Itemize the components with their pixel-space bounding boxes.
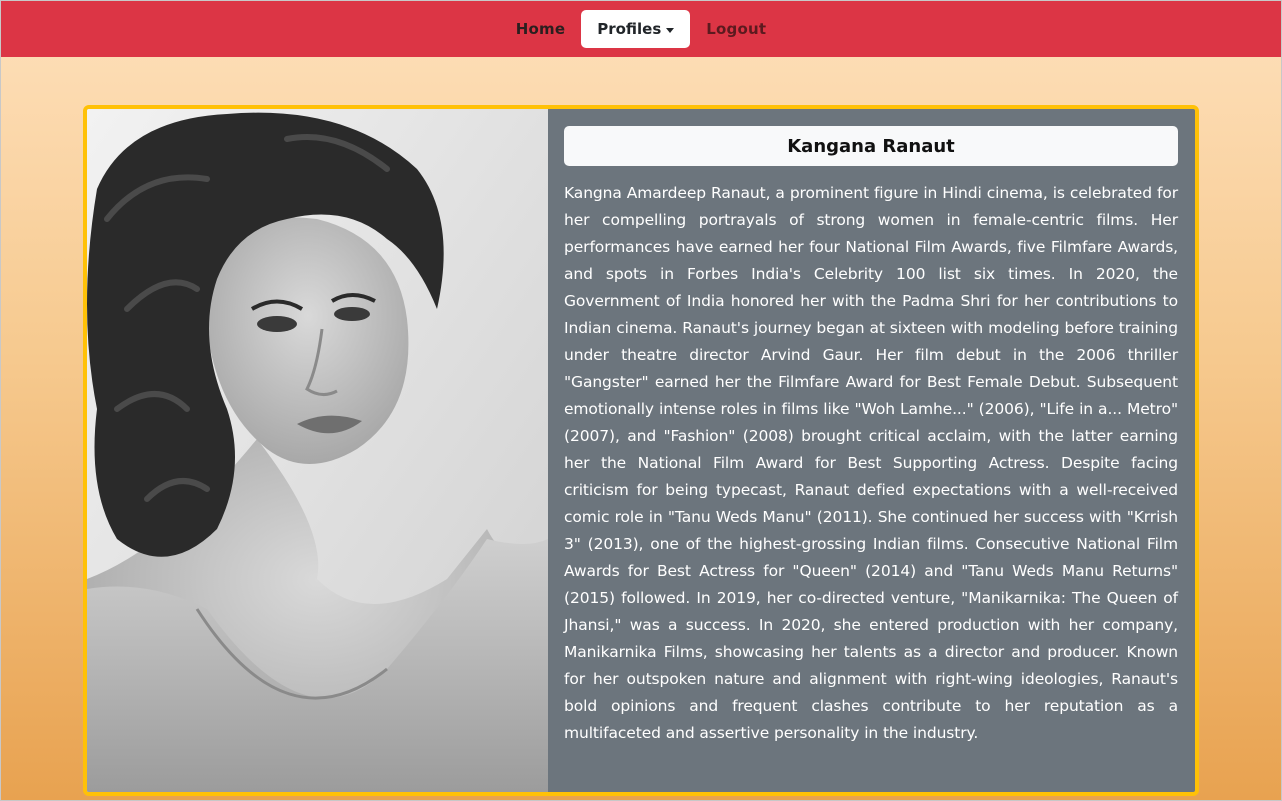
nav-logout-link[interactable]: Logout: [690, 10, 782, 48]
profile-content: Kangana Ranaut Kangna Amardeep Ranaut, a…: [548, 109, 1195, 792]
caret-down-icon: [666, 27, 675, 33]
nav-profiles-label: Profiles: [597, 20, 662, 38]
nav-profiles-dropdown[interactable]: Profiles: [581, 10, 691, 48]
profile-photo: [87, 109, 548, 792]
nav-home-link[interactable]: Home: [500, 10, 581, 48]
profile-bio: Kangna Amardeep Ranaut, a prominent figu…: [564, 184, 1178, 742]
profile-name: Kangana Ranaut: [564, 126, 1178, 166]
profile-card: Kangana Ranaut Kangna Amardeep Ranaut, a…: [83, 105, 1199, 796]
top-navbar: Home Profiles Logout: [1, 1, 1281, 57]
nav-links: Home Profiles Logout: [500, 10, 783, 48]
